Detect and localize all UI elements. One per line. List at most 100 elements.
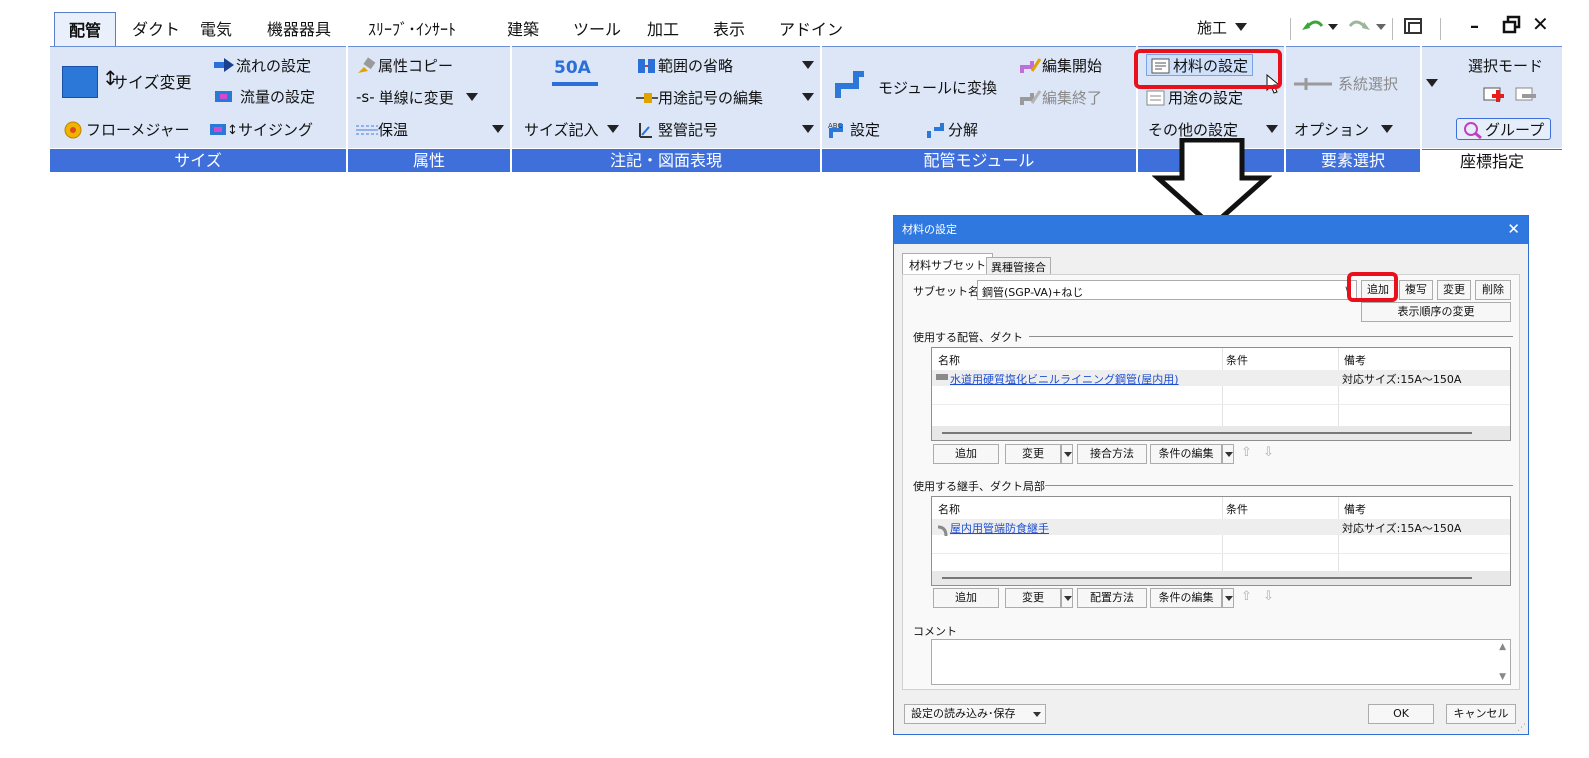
material-setting-button[interactable]: 材料の設定 bbox=[1146, 54, 1254, 76]
size-change-button[interactable]: サイズ変更 bbox=[112, 70, 192, 92]
fitting-name-link[interactable]: 屋内用管端防食継手 bbox=[950, 520, 1049, 536]
tab-dissimilar-joint[interactable]: 異種管接合 bbox=[986, 257, 1051, 275]
usage-setting-icon bbox=[1146, 89, 1165, 106]
flow-measure-button[interactable]: フローメジャー bbox=[64, 118, 190, 140]
chevron-down-icon[interactable] bbox=[1266, 125, 1278, 133]
other-setting-button[interactable]: その他の設定 bbox=[1148, 118, 1278, 140]
chevron-down-icon[interactable] bbox=[802, 93, 814, 101]
option-button[interactable]: オプション bbox=[1294, 118, 1394, 140]
section-divider bbox=[1045, 485, 1513, 486]
select-add-icon[interactable] bbox=[1482, 84, 1508, 110]
select-mode-button[interactable]: 選択モード bbox=[1468, 54, 1543, 76]
move-down-icon[interactable]: ⇩ bbox=[1263, 445, 1274, 460]
vertical-symbol-button[interactable]: 竪管記号 bbox=[636, 118, 814, 140]
tab-piping[interactable]: 配管 bbox=[54, 12, 117, 46]
scrollbar-thumb[interactable] bbox=[942, 577, 1472, 579]
edit-end-button[interactable]: 編集終了 bbox=[1020, 86, 1102, 108]
scroll-down-icon[interactable]: ▼ bbox=[1499, 672, 1506, 682]
pipe-name-link[interactable]: 水道用硬質塩化ビニルライニング鋼管(屋内用) bbox=[950, 371, 1179, 387]
pipe-change-button[interactable]: 変更 bbox=[1005, 444, 1061, 464]
fitting-change-button[interactable]: 変更 bbox=[1005, 588, 1061, 608]
chevron-down-icon[interactable] bbox=[1381, 125, 1394, 133]
pipe-condition-dropdown[interactable] bbox=[1222, 444, 1234, 464]
chevron-down-icon[interactable] bbox=[465, 93, 478, 101]
insulation-button[interactable]: 保温 bbox=[356, 118, 504, 140]
close-icon[interactable]: ✕ bbox=[1532, 12, 1549, 36]
module-convert-button[interactable]: モジュールに変換 bbox=[878, 76, 997, 98]
restore-icon[interactable] bbox=[1502, 14, 1522, 40]
resize-grip-icon[interactable]: ⋰ bbox=[1517, 723, 1526, 733]
tab-view[interactable]: 表示 bbox=[713, 16, 745, 40]
fitting-add-button[interactable]: 追加 bbox=[933, 588, 999, 608]
tab-process[interactable]: 加工 bbox=[647, 16, 679, 40]
edit-start-button[interactable]: 編集開始 bbox=[1020, 54, 1102, 76]
undo-icon[interactable] bbox=[1298, 14, 1342, 44]
flow-setting-button[interactable]: 流れの設定 bbox=[214, 54, 311, 76]
subset-add-button[interactable]: 追加 bbox=[1361, 280, 1395, 300]
subset-copy-button[interactable]: 複写 bbox=[1399, 280, 1433, 300]
size-write-button[interactable]: サイズ記入 bbox=[524, 118, 619, 140]
flow-arrow-icon bbox=[214, 57, 234, 73]
window-layout-icon[interactable] bbox=[1402, 16, 1426, 42]
attr-copy-button[interactable]: 属性コピー bbox=[356, 54, 453, 76]
size-annotation-icon[interactable]: 50A bbox=[554, 58, 591, 78]
decompose-button[interactable]: 分解 bbox=[926, 118, 978, 140]
ok-button[interactable]: OK bbox=[1368, 704, 1434, 724]
subset-name-dropdown[interactable]: 鋼管(SGP-VA)+ねじ ∨ bbox=[977, 280, 1357, 300]
fitting-condition-edit-button[interactable]: 条件の編集 bbox=[1150, 588, 1222, 608]
minimize-icon[interactable]: – bbox=[1470, 16, 1479, 37]
scroll-up-icon[interactable]: ▲ bbox=[1499, 642, 1506, 652]
move-up-icon[interactable]: ⇧ bbox=[1241, 445, 1252, 460]
flow-rate-setting-button[interactable]: 流量の設定 bbox=[214, 85, 315, 107]
chevron-down-icon[interactable] bbox=[802, 125, 814, 133]
subset-change-button[interactable]: 変更 bbox=[1437, 280, 1471, 300]
horizontal-scrollbar[interactable] bbox=[932, 426, 1510, 440]
redo-icon[interactable] bbox=[1346, 14, 1390, 44]
load-save-button[interactable]: 設定の読み込み･保存 bbox=[904, 704, 1046, 724]
chevron-down-icon[interactable] bbox=[802, 61, 814, 69]
pipe-joint-method-button[interactable]: 接合方法 bbox=[1077, 444, 1147, 464]
sizing-button[interactable]: ↕ サイジング bbox=[210, 118, 313, 140]
tab-electric[interactable]: 電気 bbox=[200, 16, 232, 40]
tab-duct[interactable]: ダクト bbox=[132, 16, 180, 40]
move-down-icon[interactable]: ⇩ bbox=[1263, 589, 1274, 604]
display-order-button[interactable]: 表示順序の変更 bbox=[1361, 302, 1511, 322]
flow-rate-setting-label: 流量の設定 bbox=[240, 87, 316, 106]
single-line-button[interactable]: -s- 単線に変更 bbox=[356, 86, 478, 108]
material-list-icon bbox=[1151, 57, 1170, 74]
usage-setting-button[interactable]: 用途の設定 bbox=[1146, 86, 1243, 108]
select-remove-icon[interactable] bbox=[1514, 84, 1540, 110]
fitting-condition-dropdown[interactable] bbox=[1222, 588, 1234, 608]
module-setting-button[interactable]: ABC 設定 bbox=[828, 118, 880, 140]
cancel-button[interactable]: キャンセル bbox=[1446, 704, 1516, 724]
construction-label: 施工 bbox=[1197, 18, 1228, 37]
close-icon[interactable]: ✕ bbox=[1507, 220, 1520, 238]
move-up-icon[interactable]: ⇧ bbox=[1241, 589, 1252, 604]
tab-material-subset[interactable]: 材料サブセット bbox=[902, 253, 993, 275]
comment-textarea[interactable]: ▲ ▼ bbox=[931, 639, 1511, 685]
range-omit-button[interactable]: 範囲の省略 bbox=[636, 54, 814, 76]
tab-sleeve-insert[interactable]: ｽﾘｰﾌﾞ･ｲﾝｻｰﾄ bbox=[368, 16, 456, 40]
tab-tools[interactable]: ツール bbox=[573, 16, 621, 40]
pipe-condition-edit-button[interactable]: 条件の編集 bbox=[1150, 444, 1222, 464]
pipe-change-dropdown[interactable] bbox=[1061, 444, 1073, 464]
chevron-down-icon bbox=[1064, 596, 1072, 601]
table-row[interactable]: 屋内用管端防食継手 対応サイズ:15A～150A bbox=[932, 519, 1510, 537]
fitting-change-dropdown[interactable] bbox=[1061, 588, 1073, 608]
pipe-add-button[interactable]: 追加 bbox=[933, 444, 999, 464]
chevron-down-icon[interactable] bbox=[492, 125, 504, 133]
scrollbar-thumb[interactable] bbox=[942, 432, 1472, 434]
table-row[interactable]: 水道用硬質塩化ビニルライニング鋼管(屋内用) 対応サイズ:15A～150A bbox=[932, 370, 1510, 386]
tab-architecture[interactable]: 建築 bbox=[507, 16, 539, 40]
tab-addin[interactable]: アドイン bbox=[779, 16, 843, 40]
horizontal-scrollbar[interactable] bbox=[932, 571, 1510, 585]
subset-name-value: 鋼管(SGP-VA)+ねじ bbox=[982, 286, 1084, 299]
tab-equipment[interactable]: 機器器具 bbox=[267, 16, 331, 40]
vertical-pipe-icon bbox=[636, 121, 654, 138]
fitting-placement-method-button[interactable]: 配置方法 bbox=[1077, 588, 1147, 608]
group-button[interactable]: グループ bbox=[1456, 118, 1552, 140]
construction-dropdown[interactable]: 施工 bbox=[1197, 16, 1248, 38]
subset-delete-button[interactable]: 削除 bbox=[1475, 280, 1511, 300]
chevron-down-icon[interactable] bbox=[606, 125, 619, 133]
usage-symbol-edit-button[interactable]: 用途記号の編集 bbox=[636, 86, 814, 108]
